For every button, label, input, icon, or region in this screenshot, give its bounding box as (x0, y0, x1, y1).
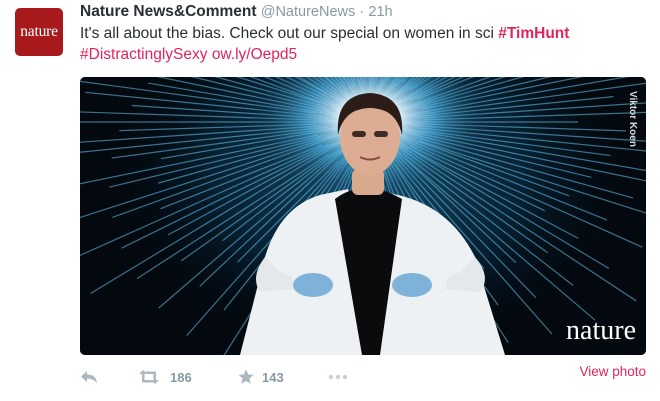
tweet-actions: 186 143 View photo (80, 362, 646, 392)
separator-dot: · (359, 4, 365, 20)
display-name[interactable]: Nature News&Comment (80, 3, 257, 20)
tweet-text-body: It's all about the bias. Check out our s… (80, 25, 499, 42)
hashtag-distractinglysexy[interactable]: #DistractinglySexy (80, 46, 208, 63)
photo-credit: Viktor Koen (627, 91, 638, 147)
favorite-count: 143 (262, 369, 284, 385)
avatar[interactable]: nature (15, 8, 63, 56)
retweet-button[interactable]: 186 (138, 362, 192, 392)
timestamp[interactable]: 21h (368, 4, 392, 20)
avatar-logo-text: nature (20, 23, 58, 41)
nature-wordmark: nature (566, 315, 636, 346)
right-glove (392, 273, 432, 297)
favorite-button[interactable]: 143 (238, 362, 284, 392)
tweet-text: It's all about the bias. Check out our s… (80, 24, 650, 66)
view-photo-link[interactable]: View photo (579, 362, 646, 382)
star-icon (238, 369, 254, 384)
more-button[interactable] (328, 362, 348, 392)
hashtag-timhunt[interactable]: #TimHunt (498, 25, 569, 42)
retweet-count: 186 (170, 369, 192, 385)
reply-icon (81, 371, 97, 383)
more-dots-icon (328, 374, 348, 380)
reply-button[interactable] (80, 362, 98, 392)
user-handle[interactable]: @NatureNews (261, 4, 356, 20)
tweet-header: Nature News&Comment @NatureNews · 21h (80, 2, 393, 22)
tweet-photo[interactable]: Viktor Koen nature (80, 77, 646, 355)
tweet-link[interactable]: ow.ly/Oepd5 (212, 46, 297, 63)
photo-illustration (80, 77, 646, 355)
left-glove (293, 273, 333, 297)
retweet-icon (139, 370, 159, 384)
